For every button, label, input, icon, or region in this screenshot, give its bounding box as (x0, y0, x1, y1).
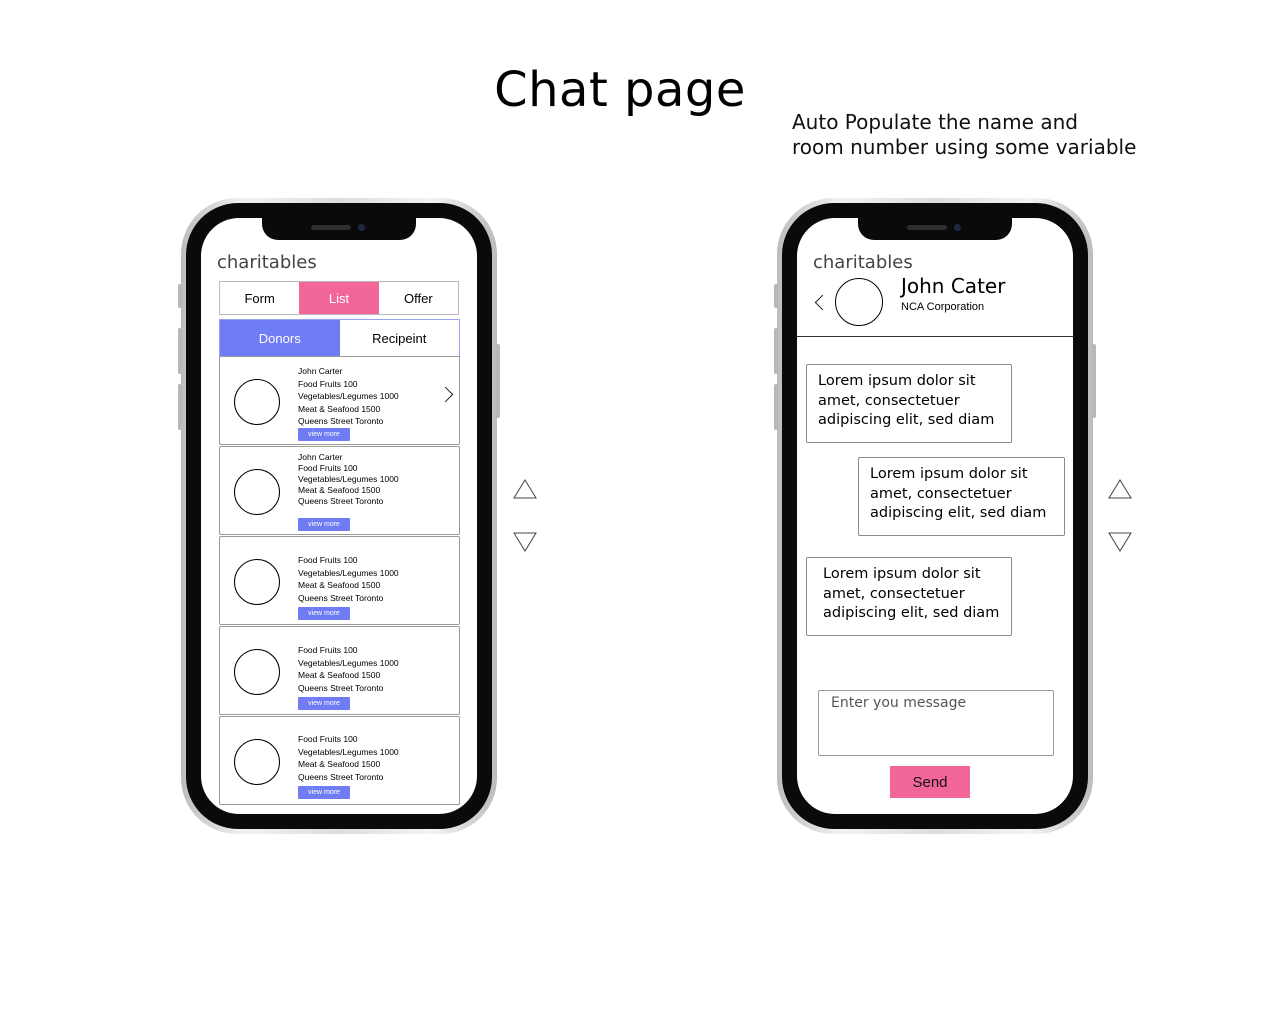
phone-side-button (774, 384, 778, 430)
phone-side-button (178, 284, 182, 308)
donor-address: Queens Street Toronto (298, 771, 384, 782)
donor-info: Food Fruits 100 Vegetables/Legumes 1000 … (298, 733, 399, 783)
send-button[interactable]: Send (890, 766, 970, 798)
donor-card[interactable]: Food Fruits 100 Vegetables/Legumes 1000 … (219, 536, 460, 625)
phone-frame-list: charitables Form List Offer Donors Recip… (178, 198, 500, 834)
donor-detail: Meat & Seafood 1500 (298, 580, 381, 590)
donor-list: John Carter Food Fruits 100 Vegetables/L… (219, 356, 460, 806)
donor-address: Queens Street Toronto (298, 682, 384, 693)
donor-detail: Food Fruits 100 (298, 734, 358, 744)
donor-detail: Meat & Seafood 1500 (298, 670, 381, 680)
annotation-note: Auto Populate the name and room number u… (792, 110, 1136, 160)
donor-detail: Vegetables/Legumes 1000 (298, 746, 399, 757)
phone-side-button (178, 384, 182, 430)
chat-message-received: Lorem ipsum dolor sit amet, consectetuer… (806, 364, 1012, 443)
phone-side-button (496, 344, 500, 418)
phone-notch (858, 218, 1012, 240)
donor-address: Queens Street Toronto (298, 496, 384, 506)
donor-info: John Carter Food Fruits 100 Vegetables/L… (298, 365, 399, 428)
phone-notch (262, 218, 416, 240)
chat-message-received: Lorem ipsum dolor sit amet, consectetuer… (806, 557, 1012, 636)
sub-tab-bar: Donors Recipeint (219, 319, 460, 357)
donor-detail: Food Fruits 100 (298, 555, 358, 565)
view-more-button[interactable]: view more (298, 697, 350, 710)
tab-donors[interactable]: Donors (220, 320, 340, 356)
phone-screen: charitables John Cater NCA Corporation L… (797, 218, 1073, 814)
donor-detail: Meat & Seafood 1500 (298, 759, 381, 769)
phone-side-button (774, 328, 778, 374)
donor-name: John Carter (298, 366, 343, 376)
camera (954, 224, 961, 231)
chat-message-sent: Lorem ipsum dolor sit amet, consectetuer… (858, 457, 1065, 536)
donor-detail: Food Fruits 100 (298, 645, 358, 655)
donor-detail: Vegetables/Legumes 1000 (298, 657, 399, 668)
header-divider (797, 336, 1073, 337)
top-tab-bar: Form List Offer (219, 281, 459, 315)
donor-card[interactable]: John Carter Food Fruits 100 Vegetables/L… (219, 446, 460, 535)
view-more-button[interactable]: view more (298, 607, 350, 620)
contact-name: John Cater (901, 274, 1006, 298)
speaker (907, 225, 947, 230)
donor-info: Food Fruits 100 Vegetables/Legumes 1000 … (298, 554, 399, 604)
avatar (234, 559, 280, 605)
avatar (234, 379, 280, 425)
avatar (234, 469, 280, 515)
donor-detail: Vegetables/Legumes 1000 (298, 474, 399, 484)
scroll-down-arrow-icon[interactable] (512, 531, 538, 553)
contact-avatar (835, 278, 883, 326)
contact-organization: NCA Corporation (901, 301, 985, 313)
chevron-left-icon[interactable] (814, 294, 831, 311)
view-more-button[interactable]: view more (298, 786, 350, 799)
phone-body: charitables Form List Offer Donors Recip… (186, 203, 492, 829)
donor-info: Food Fruits 100 Vegetables/Legumes 1000 … (298, 644, 399, 694)
phone-frame-chat: charitables John Cater NCA Corporation L… (774, 198, 1096, 834)
view-more-button[interactable]: view more (298, 428, 350, 441)
camera (358, 224, 365, 231)
tab-list[interactable]: List (299, 282, 379, 314)
donor-info: John Carter Food Fruits 100 Vegetables/L… (298, 452, 399, 507)
phone-screen: charitables Form List Offer Donors Recip… (201, 218, 477, 814)
donor-address: Queens Street Toronto (298, 592, 384, 603)
scroll-down-arrow-icon[interactable] (1107, 531, 1133, 553)
annotation-note-line: room number using some variable (792, 135, 1137, 159)
phone-side-button (178, 328, 182, 374)
donor-card[interactable]: Food Fruits 100 Vegetables/Legumes 1000 … (219, 626, 460, 715)
scroll-up-arrow-icon[interactable] (1107, 478, 1133, 500)
donor-name: John Carter (298, 452, 343, 462)
tab-offer[interactable]: Offer (379, 282, 458, 314)
annotation-note-line: Auto Populate the name and (792, 110, 1078, 134)
donor-detail: Food Fruits 100 (298, 463, 358, 473)
donor-card[interactable]: Food Fruits 100 Vegetables/Legumes 1000 … (219, 716, 460, 805)
phone-side-button (774, 284, 778, 308)
view-more-button[interactable]: view more (298, 518, 350, 531)
donor-address: Queens Street Toronto (298, 416, 384, 426)
phone-side-button (1092, 344, 1096, 418)
donor-detail: Vegetables/Legumes 1000 (298, 567, 399, 578)
scroll-up-arrow-icon[interactable] (512, 478, 538, 500)
tab-recipient[interactable]: Recipeint (340, 320, 460, 356)
tab-form[interactable]: Form (220, 282, 299, 314)
avatar (234, 739, 280, 785)
donor-detail: Food Fruits 100 (298, 378, 358, 389)
app-title: charitables (217, 252, 317, 273)
app-title: charitables (813, 252, 913, 273)
message-input[interactable]: Enter you message (818, 690, 1054, 756)
donor-card[interactable]: John Carter Food Fruits 100 Vegetables/L… (219, 356, 460, 445)
avatar (234, 649, 280, 695)
donor-detail: Vegetables/Legumes 1000 (298, 391, 399, 401)
donor-detail: Meat & Seafood 1500 (298, 485, 381, 495)
phone-body: charitables John Cater NCA Corporation L… (782, 203, 1088, 829)
speaker (311, 225, 351, 230)
chevron-right-icon[interactable] (437, 386, 454, 403)
donor-detail: Meat & Seafood 1500 (298, 403, 381, 414)
